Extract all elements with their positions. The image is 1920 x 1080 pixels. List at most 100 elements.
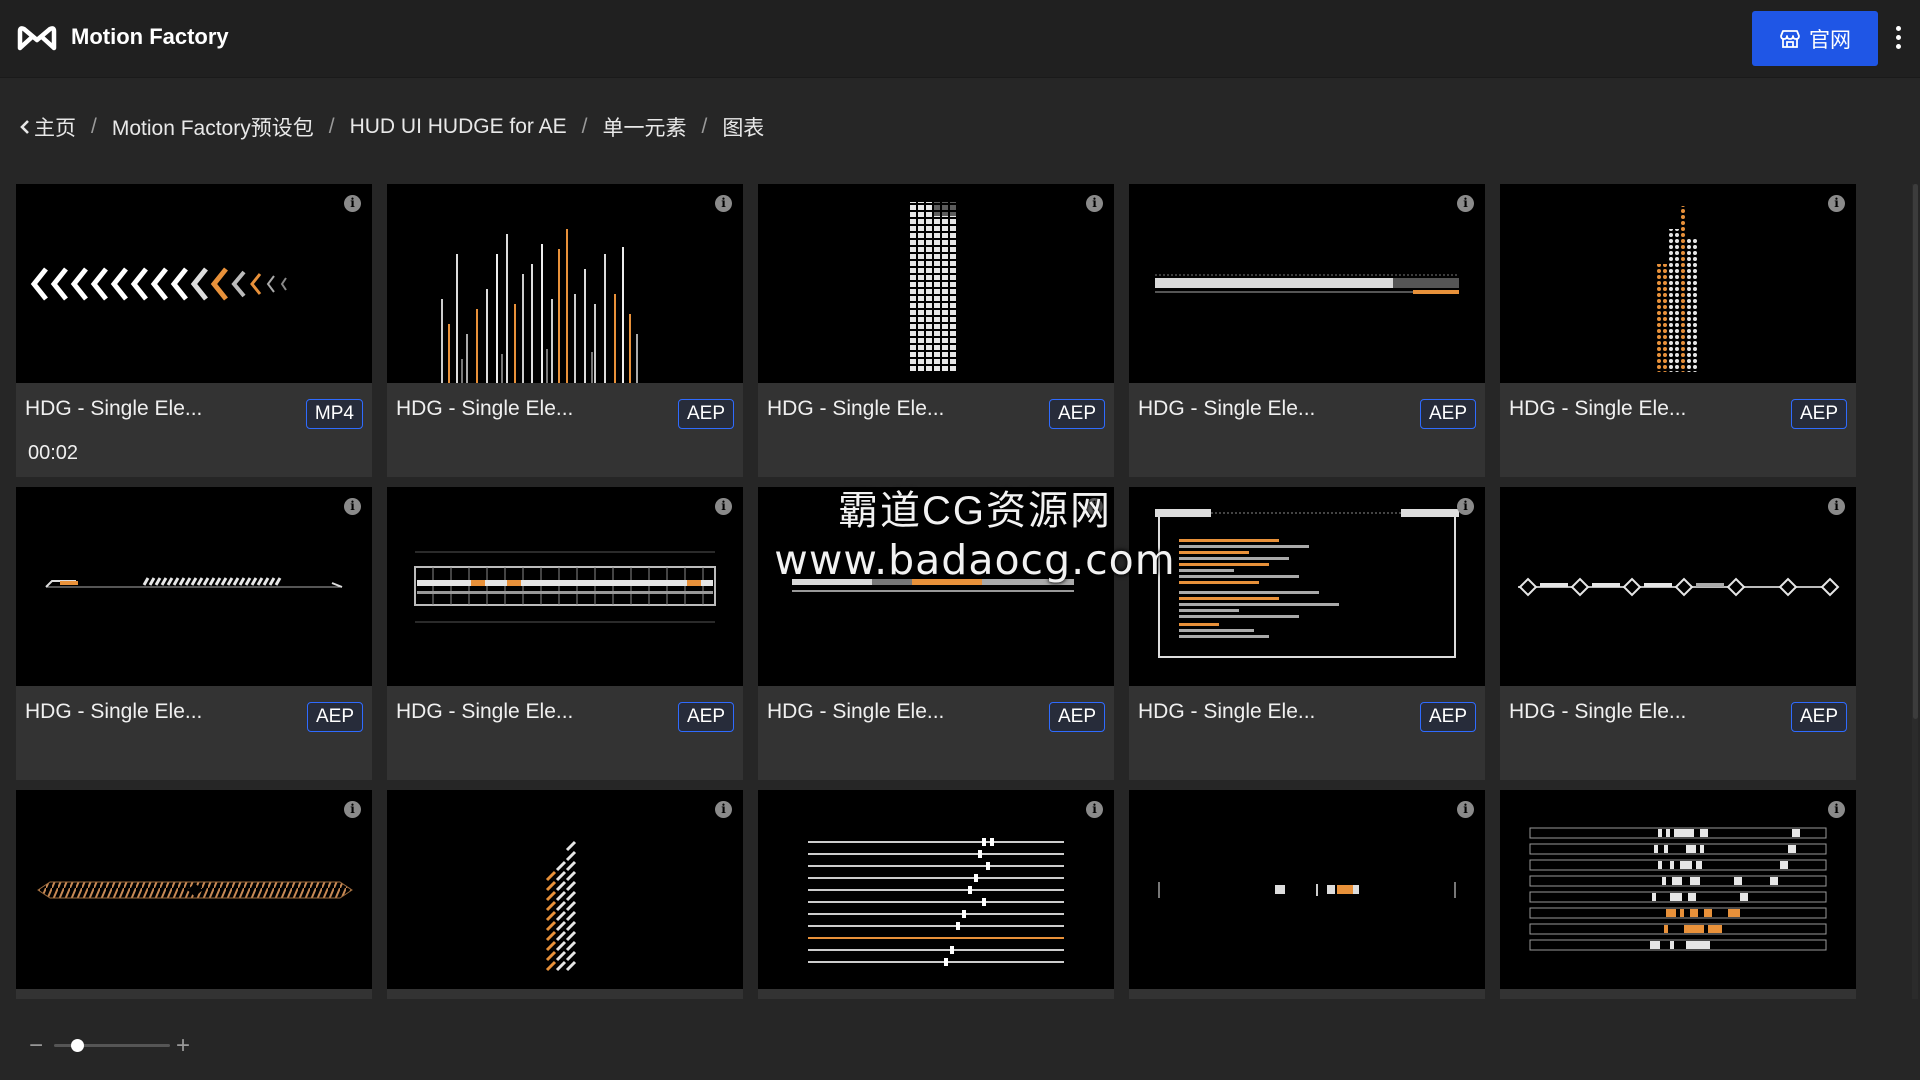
asset-card[interactable]: i HDG - Single Ele... AEP <box>1500 184 1856 477</box>
card-title: HDG - Single Ele... <box>767 397 945 420</box>
asset-thumbnail: i <box>387 184 743 383</box>
diamond-track-thumbnail <box>1518 577 1840 597</box>
info-icon[interactable]: i <box>1828 195 1845 212</box>
format-badge: AEP <box>1790 399 1847 429</box>
asset-card[interactable]: i HDG - Single Ele... MP4 00:02 <box>16 184 372 477</box>
breadcrumb-preset-pack[interactable]: Motion Factory预设包 <box>112 112 314 142</box>
asset-card[interactable]: i HDG - Single Ele... AEP <box>387 184 743 477</box>
format-badge: AEP <box>1048 702 1105 732</box>
info-icon[interactable]: i <box>1828 498 1845 515</box>
more-menu-icon[interactable] <box>1892 26 1904 52</box>
hatched-bar-thumbnail <box>37 881 353 899</box>
asset-thumbnail: i <box>16 790 372 989</box>
asset-thumbnail: i <box>1129 790 1485 989</box>
asset-card[interactable]: i HDG - Single Ele... AEP <box>1129 487 1485 780</box>
asset-thumbnail: i <box>1500 487 1856 686</box>
row-bars-thumbnail <box>1529 827 1827 951</box>
loading-bar-thumbnail <box>45 577 343 588</box>
card-title: HDG - Single Ele... <box>396 397 574 420</box>
asset-thumbnail: i <box>16 184 372 383</box>
asset-thumbnail: i <box>1500 184 1856 383</box>
info-icon[interactable]: i <box>1086 195 1103 212</box>
bar-spectrum-thumbnail <box>441 229 638 383</box>
format-badge: MP4 <box>305 399 363 429</box>
breadcrumb-hud-ui[interactable]: HUD UI HUDGE for AE <box>350 115 567 139</box>
info-icon[interactable]: i <box>1457 498 1474 515</box>
asset-thumbnail: i <box>16 487 372 686</box>
chevron-column-thumbnail <box>545 840 577 972</box>
format-badge: AEP <box>1048 399 1105 429</box>
info-icon[interactable]: i <box>1457 801 1474 818</box>
info-icon[interactable]: i <box>715 498 732 515</box>
asset-card[interactable]: i HDG - Single Ele... AEP <box>758 487 1114 780</box>
asset-thumbnail: i <box>758 184 1114 383</box>
breadcrumb-separator: / <box>581 115 588 138</box>
format-badge: AEP <box>306 702 363 732</box>
info-icon[interactable]: i <box>344 801 361 818</box>
chevron-bar-thumbnail <box>30 267 287 301</box>
format-badge: AEP <box>677 399 734 429</box>
store-icon <box>1780 29 1800 48</box>
asset-card[interactable]: i <box>387 790 743 999</box>
asset-card[interactable]: i HDG - Single Ele... AEP <box>1129 184 1485 477</box>
card-title: HDG - Single Ele... <box>396 700 574 723</box>
zoom-slider-handle[interactable] <box>70 1039 84 1052</box>
card-title: HDG - Single Ele... <box>25 397 203 420</box>
footer-bar <box>0 999 1920 1080</box>
app-title: Motion Factory <box>71 24 229 49</box>
card-title: HDG - Single Ele... <box>25 700 203 723</box>
app-header: Motion Factory 官网 <box>0 0 1920 78</box>
zoom-in-button[interactable]: + <box>176 1034 190 1058</box>
scrollbar-thumb[interactable] <box>1913 184 1918 719</box>
card-title: HDG - Single Ele... <box>1509 700 1687 723</box>
asset-card[interactable]: i HDG - Single Ele... AEP <box>16 487 372 780</box>
loading-panel-thumbnail <box>1155 509 1459 658</box>
dot-column-thumbnail <box>910 202 958 372</box>
format-badge: AEP <box>677 702 734 732</box>
info-icon[interactable]: i <box>715 195 732 212</box>
line-stack-thumbnail <box>808 838 1064 966</box>
progress-bar-thumbnail <box>1155 274 1459 294</box>
asset-grid: i HDG - Single Ele... MP4 00:02 i HDG - … <box>16 184 1858 999</box>
breadcrumb-single-element[interactable]: 单一元素 <box>602 112 686 142</box>
card-title: HDG - Single Ele... <box>1138 700 1316 723</box>
format-badge: AEP <box>1419 702 1476 732</box>
info-icon[interactable]: i <box>1086 498 1103 515</box>
official-site-button[interactable]: 官网 <box>1752 11 1878 66</box>
segmented-meter-thumbnail <box>414 551 716 623</box>
info-icon[interactable]: i <box>1828 801 1845 818</box>
breadcrumb-separator: / <box>701 115 708 138</box>
format-badge: AEP <box>1790 702 1847 732</box>
asset-card[interactable]: i HDG - Single Ele... AEP <box>1500 487 1856 780</box>
asset-card[interactable]: i <box>758 790 1114 999</box>
asset-thumbnail: i <box>758 790 1114 989</box>
thin-bar-thumbnail <box>792 579 1074 592</box>
breadcrumb-home[interactable]: 主页 <box>20 112 76 142</box>
breadcrumb-home-label: 主页 <box>34 117 76 140</box>
breadcrumb-charts[interactable]: 图表 <box>722 112 764 142</box>
info-icon[interactable]: i <box>715 801 732 818</box>
breadcrumb-separator: / <box>91 115 97 138</box>
sparse-ticks-thumbnail <box>1158 882 1456 898</box>
asset-thumbnail: i <box>758 487 1114 686</box>
asset-card[interactable]: i <box>16 790 372 999</box>
asset-thumbnail: i <box>1129 184 1485 383</box>
asset-card[interactable]: i <box>1500 790 1856 999</box>
asset-card[interactable]: i <box>1129 790 1485 999</box>
info-icon[interactable]: i <box>1086 801 1103 818</box>
info-icon[interactable]: i <box>344 195 361 212</box>
breadcrumb-separator: / <box>328 115 335 138</box>
motion-factory-logo-icon <box>17 26 57 51</box>
dot-tower-thumbnail <box>1656 206 1698 372</box>
asset-card[interactable]: i HDG - Single Ele... AEP <box>758 184 1114 477</box>
chevron-left-icon <box>20 120 29 134</box>
asset-thumbnail: i <box>387 487 743 686</box>
card-title: HDG - Single Ele... <box>767 700 945 723</box>
zoom-out-button[interactable]: − <box>29 1034 43 1058</box>
asset-card[interactable]: i HDG - Single Ele... AEP <box>387 487 743 780</box>
info-icon[interactable]: i <box>1457 195 1474 212</box>
card-duration: 00:02 <box>28 442 79 464</box>
asset-thumbnail: i <box>1129 487 1485 686</box>
info-icon[interactable]: i <box>344 498 361 515</box>
card-title: HDG - Single Ele... <box>1138 397 1316 420</box>
